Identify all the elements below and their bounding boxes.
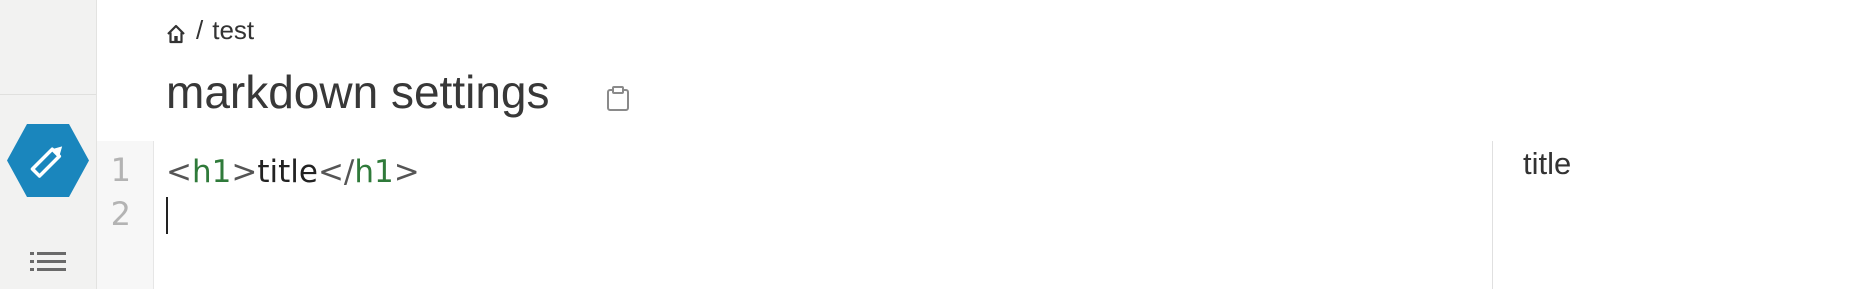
code-line: <h1>title</h1> [166, 150, 420, 194]
line-number-gutter: 1 2 [97, 141, 154, 289]
line-number: 2 [110, 195, 131, 233]
tag-bracket: < [166, 154, 192, 190]
tag-bracket: </ [317, 154, 355, 190]
page-title[interactable]: markdown settings [166, 64, 550, 120]
breadcrumb: / test [166, 14, 254, 46]
text-cursor [166, 197, 168, 234]
list-icon [30, 252, 66, 271]
pencil-icon [7, 124, 89, 197]
outline-list-button[interactable] [28, 249, 68, 273]
line-number: 1 [110, 151, 131, 189]
breadcrumb-current[interactable]: test [212, 15, 254, 46]
pane-divider[interactable] [1492, 141, 1493, 289]
tag-name: h1 [191, 154, 232, 190]
tag-bracket: > [231, 154, 258, 190]
tag-bracket: > [393, 154, 420, 190]
tag-name: h1 [354, 154, 394, 190]
preview-heading: title [1523, 146, 1572, 181]
clipboard-icon[interactable] [606, 86, 630, 112]
tag-content: title [257, 154, 318, 190]
sidebar [0, 0, 97, 289]
breadcrumb-separator: / [196, 14, 204, 45]
home-icon[interactable] [166, 20, 186, 44]
sidebar-divider [0, 94, 96, 95]
edit-mode-button[interactable] [7, 124, 89, 197]
code-editor[interactable]: <h1>title</h1> [166, 150, 420, 194]
